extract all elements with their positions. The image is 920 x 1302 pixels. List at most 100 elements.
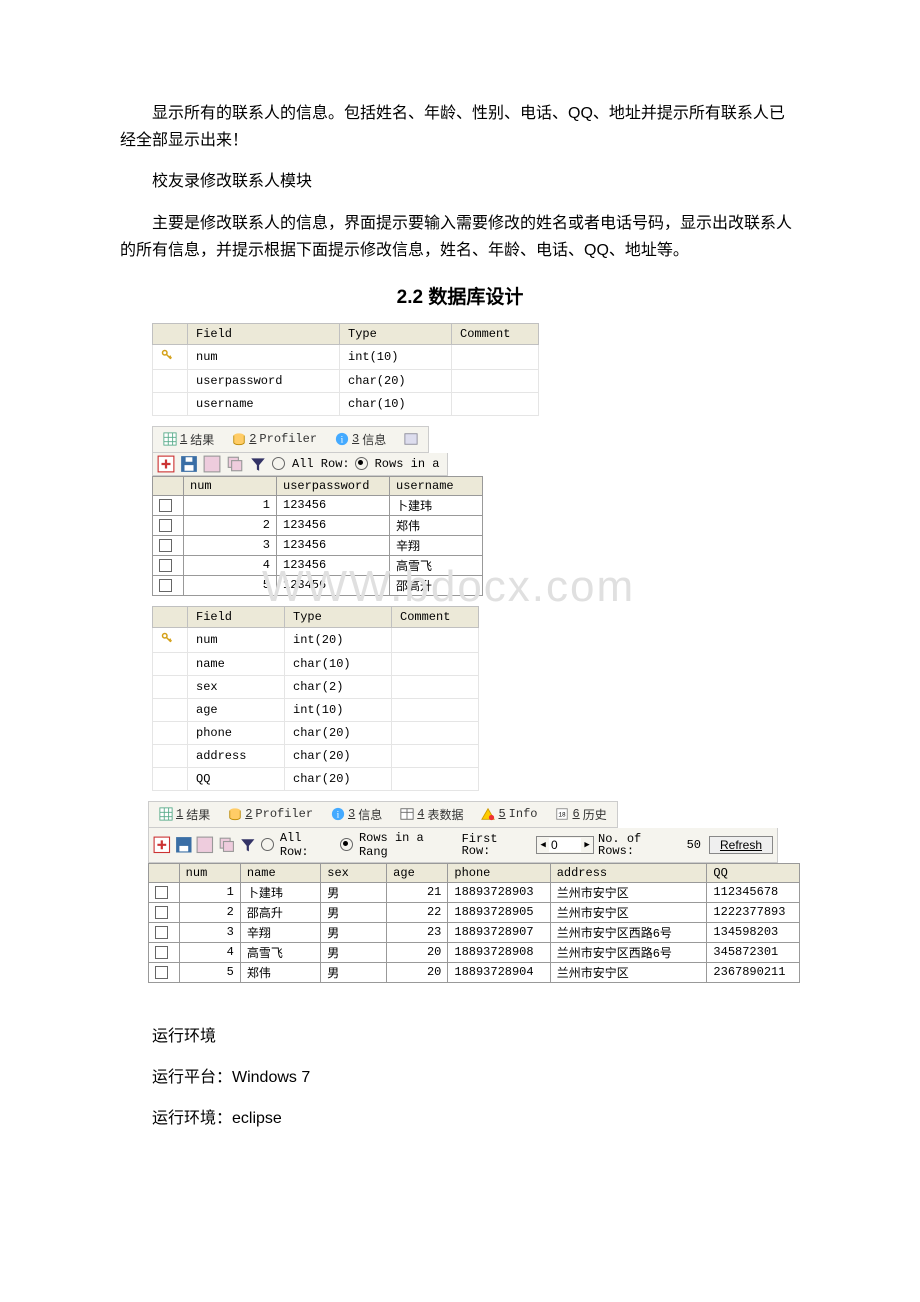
table-row[interactable]: 3123456辛翔 bbox=[153, 535, 483, 555]
row-checkbox[interactable] bbox=[153, 495, 184, 515]
info-icon: i bbox=[335, 432, 349, 446]
paragraph-display-contacts: 显示所有的联系人的信息。包括姓名、年龄、性别、电话、QQ、地址并提示所有联系人已… bbox=[120, 100, 800, 154]
copy-icon[interactable] bbox=[226, 456, 244, 472]
cell-num: 3 bbox=[179, 922, 240, 942]
table-row[interactable]: 2邵高升男2218893728905兰州市安宁区1222377893 bbox=[149, 902, 800, 922]
paragraph-module-title: 校友录修改联系人模块 bbox=[120, 168, 800, 195]
cell-phone: 18893728905 bbox=[448, 902, 550, 922]
cell-sex: 男 bbox=[321, 942, 387, 962]
add-row-icon[interactable] bbox=[157, 456, 175, 472]
all-rows-radio[interactable] bbox=[272, 457, 285, 470]
cell-num: 2 bbox=[184, 515, 277, 535]
tab-信息[interactable]: i 3 信息 bbox=[329, 430, 392, 449]
cell-sex: 男 bbox=[321, 922, 387, 942]
schema-row: numint(20) bbox=[153, 627, 479, 652]
result-tabs-1: 1 结果 2 Profiler i 3 信息 bbox=[152, 426, 429, 453]
tab-历史[interactable]: 18 6 历史 bbox=[549, 805, 612, 824]
result-tabs-2: 1 结果 2 Profiler i 3 信息 4 表数据 5 Info 18 6 历… bbox=[148, 801, 618, 828]
row-checkbox[interactable] bbox=[149, 902, 180, 922]
table-row[interactable]: 2123456郑伟 bbox=[153, 515, 483, 535]
result-grid-2: num name sex age phone address QQ 1卜建玮男2… bbox=[148, 863, 800, 983]
cell-phone: 18893728907 bbox=[448, 922, 550, 942]
filter-icon[interactable] bbox=[249, 456, 267, 472]
tab-panel-icon[interactable] bbox=[398, 431, 424, 447]
paragraph-module-desc: 主要是修改联系人的信息，界面提示要输入需要修改的姓名或者电话号码，显示出改联系人… bbox=[120, 210, 800, 264]
col-type: Type bbox=[285, 606, 392, 627]
cell-phone: 18893728903 bbox=[448, 882, 550, 902]
cell-num: 3 bbox=[184, 535, 277, 555]
db-icon bbox=[228, 807, 242, 821]
first-row-spinner[interactable]: ◀ ▶ bbox=[536, 836, 594, 854]
field-cell: age bbox=[188, 698, 285, 721]
comment-cell bbox=[392, 767, 479, 790]
row-checkbox[interactable] bbox=[149, 942, 180, 962]
key-cell bbox=[153, 627, 188, 652]
tab-Profiler[interactable]: 2 Profiler bbox=[222, 806, 319, 822]
cell-phone: 18893728904 bbox=[448, 962, 550, 982]
row-checkbox[interactable] bbox=[149, 882, 180, 902]
env-ide: 运行环境：eclipse bbox=[120, 1105, 800, 1132]
row-checkbox[interactable] bbox=[153, 515, 184, 535]
rows-in-radio[interactable] bbox=[355, 457, 368, 470]
row-checkbox[interactable] bbox=[153, 575, 184, 595]
save-icon[interactable] bbox=[175, 837, 193, 853]
result-toolbar-2: All Row: Rows in a Rang First Row: ◀ ▶ N… bbox=[148, 828, 778, 863]
table-row[interactable]: 4高雪飞男2018893728908兰州市安宁区西路6号345872301 bbox=[149, 942, 800, 962]
add-row-icon[interactable] bbox=[153, 837, 171, 853]
cell-age: 23 bbox=[387, 922, 448, 942]
schema-row: QQchar(20) bbox=[153, 767, 479, 790]
svg-text:i: i bbox=[337, 810, 340, 821]
tab-表数据[interactable]: 4 表数据 bbox=[394, 805, 469, 824]
cell-QQ: 345872301 bbox=[707, 942, 800, 962]
row-checkbox[interactable] bbox=[149, 922, 180, 942]
type-cell: char(10) bbox=[285, 652, 392, 675]
tab-Info[interactable]: 5 Info bbox=[475, 806, 543, 822]
rows-range-radio[interactable] bbox=[340, 838, 353, 851]
cell-age: 21 bbox=[387, 882, 448, 902]
table-row[interactable]: 5郑伟男2018893728904兰州市安宁区2367890211 bbox=[149, 962, 800, 982]
col-comment: Comment bbox=[452, 323, 539, 344]
tab-Profiler[interactable]: 2 Profiler bbox=[226, 431, 323, 447]
delete-row-icon[interactable] bbox=[203, 456, 221, 472]
table-row[interactable]: 1123456卜建玮 bbox=[153, 495, 483, 515]
row-checkbox[interactable] bbox=[153, 555, 184, 575]
table-row[interactable]: 3辛翔男2318893728907兰州市安宁区西路6号134598203 bbox=[149, 922, 800, 942]
cell-userpassword: 123456 bbox=[277, 555, 390, 575]
row-checkbox[interactable] bbox=[149, 962, 180, 982]
first-row-label: First Row: bbox=[462, 833, 532, 857]
refresh-button[interactable]: Refresh bbox=[709, 836, 773, 854]
schema-table-1: Field Type Comment numint(10)userpasswor… bbox=[152, 323, 539, 416]
filter-icon[interactable] bbox=[239, 837, 257, 853]
first-row-input[interactable] bbox=[549, 838, 581, 852]
delete-row-icon[interactable] bbox=[196, 837, 214, 853]
cell-QQ: 134598203 bbox=[707, 922, 800, 942]
field-cell: phone bbox=[188, 721, 285, 744]
cell-username: 邵高升 bbox=[390, 575, 483, 595]
tab-信息[interactable]: i 3 信息 bbox=[325, 805, 388, 824]
type-cell: int(10) bbox=[285, 698, 392, 721]
comment-cell bbox=[392, 698, 479, 721]
rows-range-label: Rows in a Rang bbox=[359, 831, 458, 859]
tab-结果[interactable]: 1 结果 bbox=[157, 430, 220, 449]
table-row[interactable]: 5123456邵高升 bbox=[153, 575, 483, 595]
row-checkbox[interactable] bbox=[153, 535, 184, 555]
all-rows-label: All Row: bbox=[292, 457, 350, 471]
spin-prev-icon[interactable]: ◀ bbox=[537, 841, 549, 849]
svg-text:18: 18 bbox=[559, 812, 567, 819]
cell-username: 辛翔 bbox=[390, 535, 483, 555]
table-row[interactable]: 1卜建玮男2118893728903兰州市安宁区112345678 bbox=[149, 882, 800, 902]
cell-userpassword: 123456 bbox=[277, 515, 390, 535]
db-icon bbox=[232, 432, 246, 446]
spin-next-icon[interactable]: ▶ bbox=[581, 841, 593, 849]
all-rows-radio[interactable] bbox=[261, 838, 274, 851]
cell-num: 5 bbox=[179, 962, 240, 982]
save-icon[interactable] bbox=[180, 456, 198, 472]
col-name: name bbox=[240, 863, 320, 882]
table-row[interactable]: 4123456高雪飞 bbox=[153, 555, 483, 575]
cell-num: 1 bbox=[184, 495, 277, 515]
cell-QQ: 1222377893 bbox=[707, 902, 800, 922]
key-cell bbox=[153, 344, 188, 369]
copy-icon[interactable] bbox=[218, 837, 236, 853]
field-cell: userpassword bbox=[188, 369, 340, 392]
tab-结果[interactable]: 1 结果 bbox=[153, 805, 216, 824]
